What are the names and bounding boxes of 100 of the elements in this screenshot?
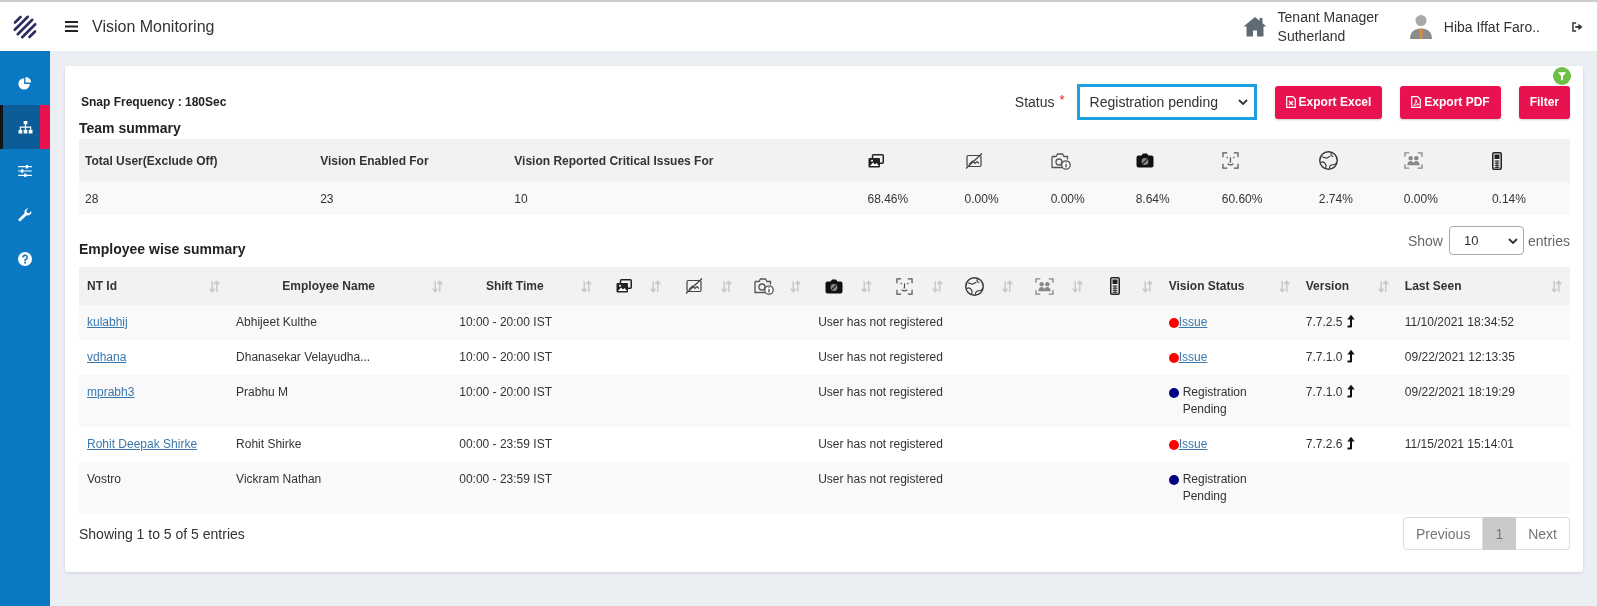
status-text: Registration Pending [1182, 471, 1248, 505]
up-arrow-icon [1346, 349, 1356, 363]
table-cell: 10 [508, 182, 862, 215]
page-button[interactable]: 1 [1483, 517, 1517, 550]
sort-icon [1001, 279, 1013, 293]
version-text: 7.7.1.0 [1305, 350, 1343, 364]
sort-icon [432, 279, 444, 293]
help-icon [18, 252, 32, 266]
sort-icon [1278, 279, 1290, 293]
column-header: Vision Enabled For [314, 139, 509, 182]
globe-icon [1318, 151, 1338, 170]
camera-icon [1135, 153, 1154, 168]
up-arrow-icon [1346, 384, 1356, 398]
table-cell: 68.46% [861, 182, 959, 215]
sort-icon [581, 279, 593, 293]
table-cell: 0.00% [958, 182, 1045, 215]
sort-icon [721, 279, 733, 293]
people-scan-icon [1035, 277, 1055, 295]
sort-icon [209, 279, 221, 293]
home-icon [1242, 16, 1267, 37]
people-scan-icon [1403, 152, 1423, 169]
nt-id-link[interactable]: mprabh3 [87, 385, 135, 399]
column-header[interactable]: Vision Status [1160, 267, 1298, 305]
tenant-role: Tenant Manager [1277, 8, 1379, 27]
camera-icon [824, 278, 843, 294]
table-cell: 28 [79, 182, 315, 215]
table-cell: User has not registered [600, 462, 1161, 514]
tenant-name: Sutherland [1277, 26, 1346, 45]
sliders-icon [18, 165, 32, 177]
table-cell: User has not registered [600, 375, 1161, 427]
nt-id-link[interactable]: kulabhij [87, 315, 128, 329]
sitemap-icon [17, 120, 33, 134]
sort-icon [650, 279, 662, 293]
sort-icon [931, 279, 943, 293]
up-arrow-icon [1346, 436, 1356, 450]
nt-id-link[interactable]: Rohit Deepak Shirke [87, 437, 198, 451]
table-cell: 00:00 - 23:59 IST [451, 427, 601, 462]
status-link[interactable]: Issue [1178, 349, 1208, 366]
table-cell: Vostro [79, 462, 229, 514]
table-cell: 0.00% [1044, 182, 1130, 215]
sort-icon [1071, 279, 1083, 293]
status-text: Registration Pending [1182, 384, 1248, 418]
status-label: Status [1014, 94, 1055, 110]
export-pdf-button[interactable]: Export PDF [1400, 85, 1501, 119]
page-length-select[interactable]: 10 [1448, 226, 1524, 255]
export-excel-button[interactable]: Export Excel [1274, 85, 1383, 119]
logout-icon[interactable] [1572, 21, 1583, 32]
page-title: Vision Monitoring [92, 17, 215, 36]
striped-logo-icon [12, 13, 38, 40]
sort-icon [1141, 279, 1153, 293]
mobile-phone-icon [1491, 151, 1502, 170]
image-off-icon [684, 278, 703, 294]
table-cell: 23 [314, 182, 509, 215]
status-select[interactable]: Registration pending [1076, 84, 1257, 120]
camera-info-icon [1050, 151, 1071, 170]
table-cell: 10:00 - 20:00 IST [451, 340, 601, 375]
sort-icon [790, 279, 802, 293]
chevron-down-icon [1507, 237, 1518, 244]
table-cell: 0.14% [1485, 182, 1570, 215]
length-label: Show [1407, 232, 1443, 249]
table-cell: Vickram Nathan [228, 462, 452, 514]
face-scan-icon [896, 277, 913, 295]
version-text: 7.7.2.6 [1305, 437, 1343, 451]
status-link[interactable]: Issue [1178, 436, 1208, 453]
column-header[interactable]: Shift Time [451, 267, 601, 305]
column-header: Vision Reported Critical Issues For [508, 139, 862, 182]
length-label: entries [1527, 232, 1570, 249]
table-cell: 11/10/2021 18:34:52 [1396, 305, 1570, 340]
version-text: 7.7.2.5 [1305, 315, 1343, 329]
mobile-phone-icon [1109, 277, 1120, 295]
camera-info-icon [753, 277, 774, 295]
version-text: 7.7.1.0 [1305, 385, 1343, 399]
sort-icon [1377, 279, 1389, 293]
column-header[interactable]: Last Seen [1396, 267, 1570, 305]
column-header[interactable]: Version [1297, 267, 1397, 305]
user-avatar-icon [1408, 14, 1433, 39]
images-icon [615, 279, 632, 293]
table-cell: User has not registered [600, 427, 1161, 462]
table-cell: 09/22/2021 12:13:35 [1396, 340, 1570, 375]
column-header[interactable]: Employee Name [228, 267, 452, 305]
table-cell: 10:00 - 20:00 IST [451, 305, 601, 340]
column-header[interactable]: NT Id [79, 267, 229, 305]
sort-icon [1551, 279, 1562, 293]
images-icon [867, 153, 884, 168]
table-cell: Prabhu M [228, 375, 452, 427]
status-link[interactable]: Issue [1178, 314, 1208, 331]
section-title: Employee wise summary [79, 241, 246, 257]
face-scan-icon [1221, 152, 1239, 169]
table-cell: 10:00 - 20:00 IST [451, 375, 601, 427]
filter-button[interactable]: Filter [1518, 85, 1570, 119]
table-cell: User has not registered [600, 305, 1161, 340]
nt-id-link[interactable]: vdhana [87, 350, 127, 364]
sort-icon [861, 279, 873, 293]
menu-icon[interactable] [65, 21, 78, 32]
table-info: Showing 1 to 5 of 5 entries [79, 525, 245, 542]
table-cell: Abhijeet Kulthe [228, 305, 452, 340]
table-cell: 0.00% [1397, 182, 1486, 215]
table-cell: 09/22/2021 18:19:29 [1396, 375, 1570, 427]
snap-frequency: Snap Frequency : 180Sec [81, 95, 227, 109]
sidebar-item[interactable] [0, 105, 50, 149]
